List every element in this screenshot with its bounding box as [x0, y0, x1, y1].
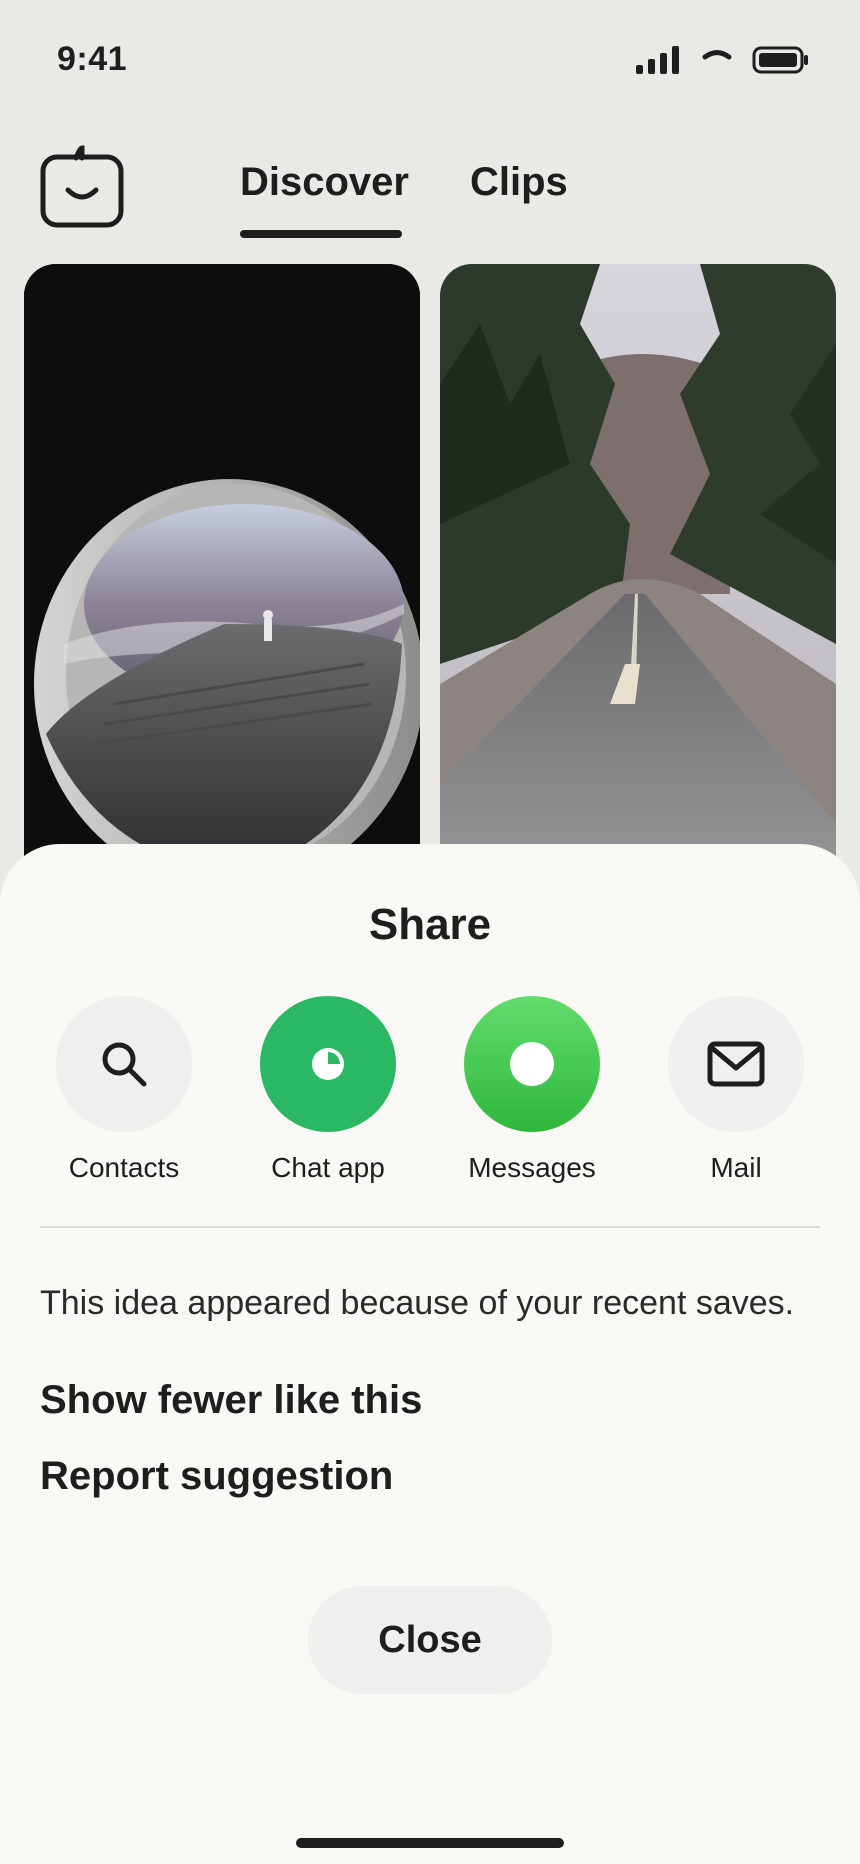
- share-target-chat-app[interactable]: Chat app: [228, 996, 428, 1184]
- search-icon: [102, 1042, 147, 1087]
- sheet-divider: [40, 1226, 820, 1228]
- share-target-contacts[interactable]: Contacts: [24, 996, 224, 1184]
- chat-app-button[interactable]: [260, 996, 396, 1132]
- active-tab-indicator: [240, 230, 402, 238]
- report-suggestion-button[interactable]: Report suggestion: [40, 1454, 393, 1499]
- battery-icon: [752, 46, 808, 74]
- home-indicator[interactable]: [296, 1838, 564, 1848]
- share-label-contacts: Contacts: [68, 1152, 180, 1183]
- top-nav: Discover Clips: [0, 130, 860, 250]
- contacts-button[interactable]: [56, 996, 192, 1132]
- feed-card-road[interactable]: [440, 264, 836, 904]
- status-bar: 9:41: [0, 0, 860, 120]
- share-targets: Contacts Chat app Messages Mail: [0, 996, 860, 1196]
- messages-button[interactable]: [464, 996, 600, 1132]
- tunnel-photo: [24, 264, 420, 904]
- status-time: 9:41: [57, 40, 128, 78]
- close-button[interactable]: Close: [308, 1586, 552, 1694]
- mail-button[interactable]: [668, 996, 804, 1132]
- share-sheet-title: Share: [368, 900, 492, 949]
- cellular-signal-icon: [636, 46, 679, 74]
- app-logo-icon[interactable]: [40, 144, 124, 228]
- tab-clips[interactable]: Clips: [470, 160, 568, 205]
- share-sheet: Share Contacts Chat app Messages Mail Th…: [0, 844, 860, 1864]
- feed-card-tunnel[interactable]: [24, 264, 420, 904]
- mail-icon: [707, 1041, 765, 1087]
- suggestion-reason: This idea appeared because of your recen…: [40, 1284, 795, 1322]
- screen: 9:41 Discover Clips Share Contacts Chat …: [0, 0, 860, 1864]
- show-fewer-button[interactable]: Show fewer like this: [40, 1378, 422, 1423]
- share-target-mail[interactable]: Mail: [636, 996, 836, 1184]
- chat-app-icon: [312, 1048, 344, 1080]
- messages-icon: [510, 1042, 554, 1086]
- tab-discover[interactable]: Discover: [240, 160, 409, 205]
- share-label-messages: Messages: [468, 1152, 596, 1183]
- wifi-icon: [702, 50, 732, 60]
- status-icons: [636, 46, 810, 74]
- share-label-chat-app: Chat app: [271, 1152, 385, 1183]
- road-photo: [440, 264, 836, 904]
- share-target-messages[interactable]: Messages: [432, 996, 632, 1184]
- share-label-mail: Mail: [710, 1152, 762, 1183]
